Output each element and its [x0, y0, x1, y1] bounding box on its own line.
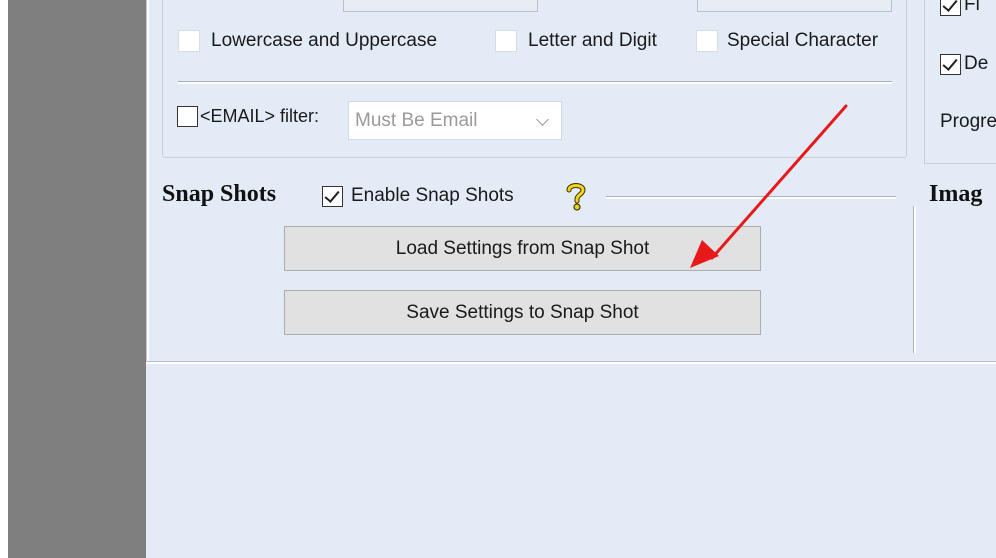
special-character-option[interactable]: Special Character	[696, 30, 878, 52]
email-filter-checkbox[interactable]	[177, 106, 198, 127]
lowercase-uppercase-option[interactable]: Lowercase and Uppercase	[178, 30, 437, 52]
lowercase-uppercase-checkbox[interactable]	[178, 30, 200, 52]
top-control-stub-2	[697, 0, 892, 12]
lowercase-uppercase-label: Lowercase and Uppercase	[211, 30, 438, 51]
letter-digit-checkbox[interactable]	[495, 30, 517, 52]
email-filter-option[interactable]: <EMAIL> filter:	[177, 106, 319, 127]
chevron-down-icon	[536, 113, 549, 126]
right-option-1[interactable]: Fi	[940, 0, 980, 16]
panel-border-bottom	[146, 361, 996, 364]
email-filter-value: Must Be Email	[355, 110, 478, 131]
letter-digit-label: Letter and Digit	[528, 30, 657, 51]
question-mark-icon[interactable]	[565, 181, 587, 211]
right-option-2[interactable]: De	[940, 53, 988, 75]
letter-digit-option[interactable]: Letter and Digit	[495, 30, 657, 52]
special-character-label: Special Character	[727, 30, 879, 51]
panel-border-left	[146, 0, 149, 362]
right-option-1-checkbox[interactable]	[940, 0, 961, 16]
right-option-1-label: Fi	[964, 0, 980, 15]
right-option-2-checkbox[interactable]	[940, 53, 961, 75]
snap-shots-divider	[606, 196, 896, 199]
enable-snap-shots-checkbox[interactable]	[322, 186, 343, 207]
load-settings-button[interactable]: Load Settings from Snap Shot	[284, 226, 761, 271]
save-settings-button[interactable]: Save Settings to Snap Shot	[284, 290, 761, 335]
email-filter-select[interactable]: Must Be Email	[348, 101, 562, 140]
sidebar	[8, 0, 146, 558]
progress-label: Progre	[940, 111, 996, 132]
filters-divider	[178, 81, 892, 84]
enable-snap-shots-label: Enable Snap Shots	[351, 185, 514, 206]
special-character-checkbox[interactable]	[696, 30, 718, 52]
top-control-stub-1	[343, 0, 538, 12]
image-section-title: Imag	[929, 181, 983, 207]
right-group	[924, 0, 996, 164]
right-option-2-label: De	[964, 53, 989, 74]
left-margin	[0, 0, 8, 558]
email-filter-label: <EMAIL> filter:	[200, 106, 320, 126]
image-section-divider	[913, 206, 916, 353]
snap-shots-title: Snap Shots	[162, 181, 277, 207]
